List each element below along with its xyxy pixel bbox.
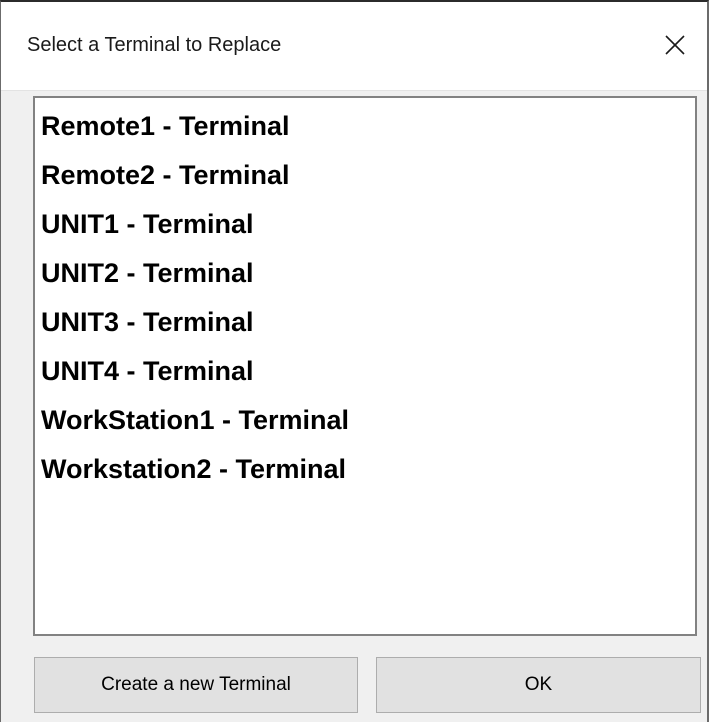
close-icon [665, 35, 685, 55]
list-item[interactable]: Remote2 - Terminal [41, 151, 695, 200]
list-item[interactable]: Workstation2 - Terminal [41, 445, 695, 494]
dialog-window: Select a Terminal to Replace Remote1 - T… [0, 0, 709, 722]
create-terminal-button[interactable]: Create a new Terminal [34, 657, 358, 713]
list-item[interactable]: UNIT1 - Terminal [41, 200, 695, 249]
list-item[interactable]: WorkStation1 - Terminal [41, 396, 695, 445]
terminal-listbox[interactable]: Remote1 - Terminal Remote2 - Terminal UN… [33, 96, 697, 636]
ok-button[interactable]: OK [376, 657, 701, 713]
list-item[interactable]: UNIT2 - Terminal [41, 249, 695, 298]
list-item[interactable]: Remote1 - Terminal [41, 102, 695, 151]
title-bar: Select a Terminal to Replace [1, 2, 707, 91]
list-item[interactable]: UNIT4 - Terminal [41, 347, 695, 396]
close-button[interactable] [649, 20, 701, 70]
list-item[interactable]: UNIT3 - Terminal [41, 298, 695, 347]
dialog-title: Select a Terminal to Replace [27, 34, 282, 56]
